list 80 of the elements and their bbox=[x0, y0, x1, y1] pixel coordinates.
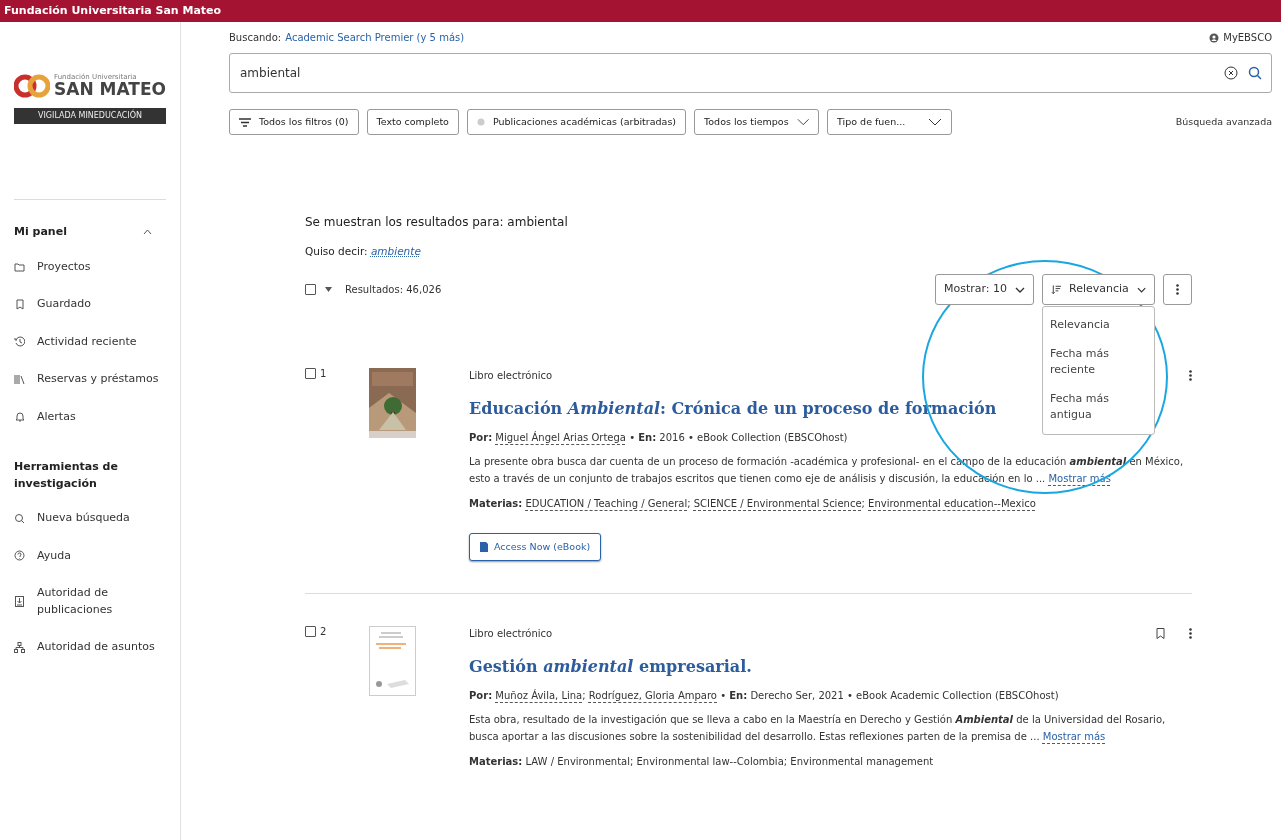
user-icon bbox=[1209, 32, 1220, 43]
document-icon bbox=[14, 596, 25, 607]
sitemap-icon bbox=[14, 641, 25, 653]
advanced-search-link[interactable]: Búsqueda avanzada bbox=[1175, 115, 1272, 130]
collapse-icon[interactable] bbox=[143, 229, 152, 236]
result-abstract: Esta obra, resultado de la investigación que se lleva a cabo en la Maestría en Derecho y Gestión Ambiental de la Universidad del Rosario, busca aportar a las discusiones sobre la sostenibilidad del desarrollo. Estas reflexiones parten de la premisa de ... Mostrar más bbox=[469, 713, 1167, 744]
history-icon bbox=[14, 336, 25, 348]
database-link[interactable]: Academic Search Premier (y 5 más) bbox=[285, 30, 465, 45]
author-link[interactable]: Miguel Ángel Arias Ortega bbox=[495, 432, 626, 443]
chevron-down-icon bbox=[1015, 286, 1025, 293]
result-meta: Por: Muñoz Ávila, Lina; Rodríguez, Gloria Amparo • En: Derecho Ser, 2021 • eBook Academic Collection (EBSCOhost) bbox=[469, 688, 1060, 704]
books-icon bbox=[14, 373, 25, 385]
result-number: 1 bbox=[320, 368, 327, 379]
result-subjects: Materias: EDUCATION / Teaching / General; SCIENCE / Environmental Science; Environmental education--Mexico bbox=[469, 497, 1037, 511]
menu-option[interactable]: Relevancia bbox=[1043, 311, 1154, 340]
chevron-down-icon bbox=[928, 118, 943, 127]
result-meta: Por: Miguel Ángel Arias Ortega • En: 2016 • eBook Collection (EBSCOhost) bbox=[469, 430, 849, 445]
suggestion-link[interactable]: ambiente bbox=[370, 245, 421, 258]
folder-icon bbox=[14, 261, 25, 273]
filter-icon bbox=[239, 117, 251, 127]
sort-icon bbox=[1051, 284, 1062, 295]
sidebar-item[interactable]: Reservas y préstamos bbox=[14, 371, 166, 388]
filter-button[interactable]: Texto completo bbox=[366, 109, 459, 136]
sidebar-item[interactable]: Proyectos bbox=[14, 258, 166, 275]
sidebar-item[interactable]: Alertas bbox=[14, 408, 166, 425]
label: Buscando: bbox=[229, 31, 282, 45]
kebab-icon[interactable] bbox=[1189, 628, 1192, 640]
section-title: Mi panel bbox=[14, 224, 68, 240]
more-options-button[interactable] bbox=[1163, 274, 1192, 305]
bell-icon bbox=[14, 411, 25, 423]
toggle-dot-icon bbox=[476, 118, 485, 127]
clear-icon[interactable] bbox=[1224, 66, 1238, 80]
sidebar-item[interactable]: Guardado bbox=[14, 296, 166, 313]
result-number: 2 bbox=[320, 626, 327, 638]
help-icon bbox=[14, 550, 25, 562]
account-link[interactable]: MyEBSCO bbox=[1209, 30, 1272, 45]
result-checkbox[interactable] bbox=[305, 626, 316, 638]
kebab-icon[interactable] bbox=[1189, 370, 1192, 381]
sidebar-item[interactable]: Autoridad de publicaciones bbox=[14, 585, 166, 618]
kebab-icon bbox=[1176, 284, 1179, 295]
result-type: Libro electrónico bbox=[469, 627, 553, 642]
page-size-select[interactable]: Mostrar: 10 bbox=[934, 274, 1034, 305]
filter-button[interactable]: Todos los tiempos bbox=[694, 109, 820, 136]
sort-select[interactable]: Relevancia bbox=[1042, 274, 1155, 305]
show-more-link[interactable]: Mostrar más bbox=[1042, 730, 1106, 742]
result-subjects: Materias: LAW / Environmental; Environmental law--Colombia; Environmental management bbox=[469, 755, 935, 770]
chevron-down-icon bbox=[796, 118, 810, 127]
app-header: Fundación Universitaria San Mateo bbox=[0, 0, 1281, 22]
results-count: Resultados: 46,026 bbox=[345, 283, 442, 297]
logo-icon bbox=[14, 72, 50, 100]
logo-band: VIGILADA MINEDUCACIÓN bbox=[14, 108, 166, 124]
chevron-down-icon bbox=[1136, 286, 1146, 293]
section-title: Herramientas de investigación bbox=[14, 459, 119, 492]
filter-button[interactable]: Publicaciones académicas (arbitradas) bbox=[466, 109, 687, 136]
bookmark-icon bbox=[14, 298, 25, 310]
search-icon[interactable] bbox=[1248, 66, 1262, 80]
access-button[interactable]: Access Now (eBook) bbox=[469, 533, 602, 562]
result-type: Libro electrónico bbox=[469, 369, 553, 383]
menu-option[interactable]: Fecha más antigua bbox=[1043, 384, 1154, 430]
results-heading: Se muestran los resultados para: ambiental bbox=[305, 214, 569, 232]
author-link[interactable]: Rodríguez, Gloria Amparo bbox=[588, 690, 717, 702]
sidebar-item[interactable]: Nueva búsqueda bbox=[14, 510, 166, 527]
result-title-link[interactable]: Gestión ambiental empresarial. bbox=[469, 655, 752, 680]
select-all-checkbox[interactable] bbox=[305, 284, 316, 295]
caret-icon[interactable] bbox=[325, 287, 332, 292]
menu-option[interactable]: Fecha más reciente bbox=[1043, 339, 1154, 385]
search-field[interactable]: ambiental bbox=[229, 53, 1272, 93]
filter-button[interactable]: Todos los filtros (0) bbox=[229, 109, 359, 136]
search-icon bbox=[14, 512, 25, 524]
result-checkbox[interactable] bbox=[305, 368, 316, 379]
logo-text: SAN MATEO bbox=[54, 81, 166, 98]
sidebar-item[interactable]: Ayuda bbox=[14, 547, 166, 564]
sidebar-item[interactable]: Actividad reciente bbox=[14, 333, 166, 350]
subject-link[interactable]: SCIENCE / Environmental Science bbox=[693, 498, 862, 509]
filter-button[interactable]: Tipo de fuen... bbox=[827, 109, 953, 136]
did-you-mean-text: Quiso decir: ambiente bbox=[305, 244, 422, 260]
bookmark-icon[interactable] bbox=[1156, 628, 1165, 640]
sidebar-item[interactable]: Autoridad de asuntos bbox=[14, 639, 166, 656]
document-icon bbox=[480, 542, 488, 553]
subject-link[interactable]: Environmental education--Mexico bbox=[868, 498, 1036, 509]
